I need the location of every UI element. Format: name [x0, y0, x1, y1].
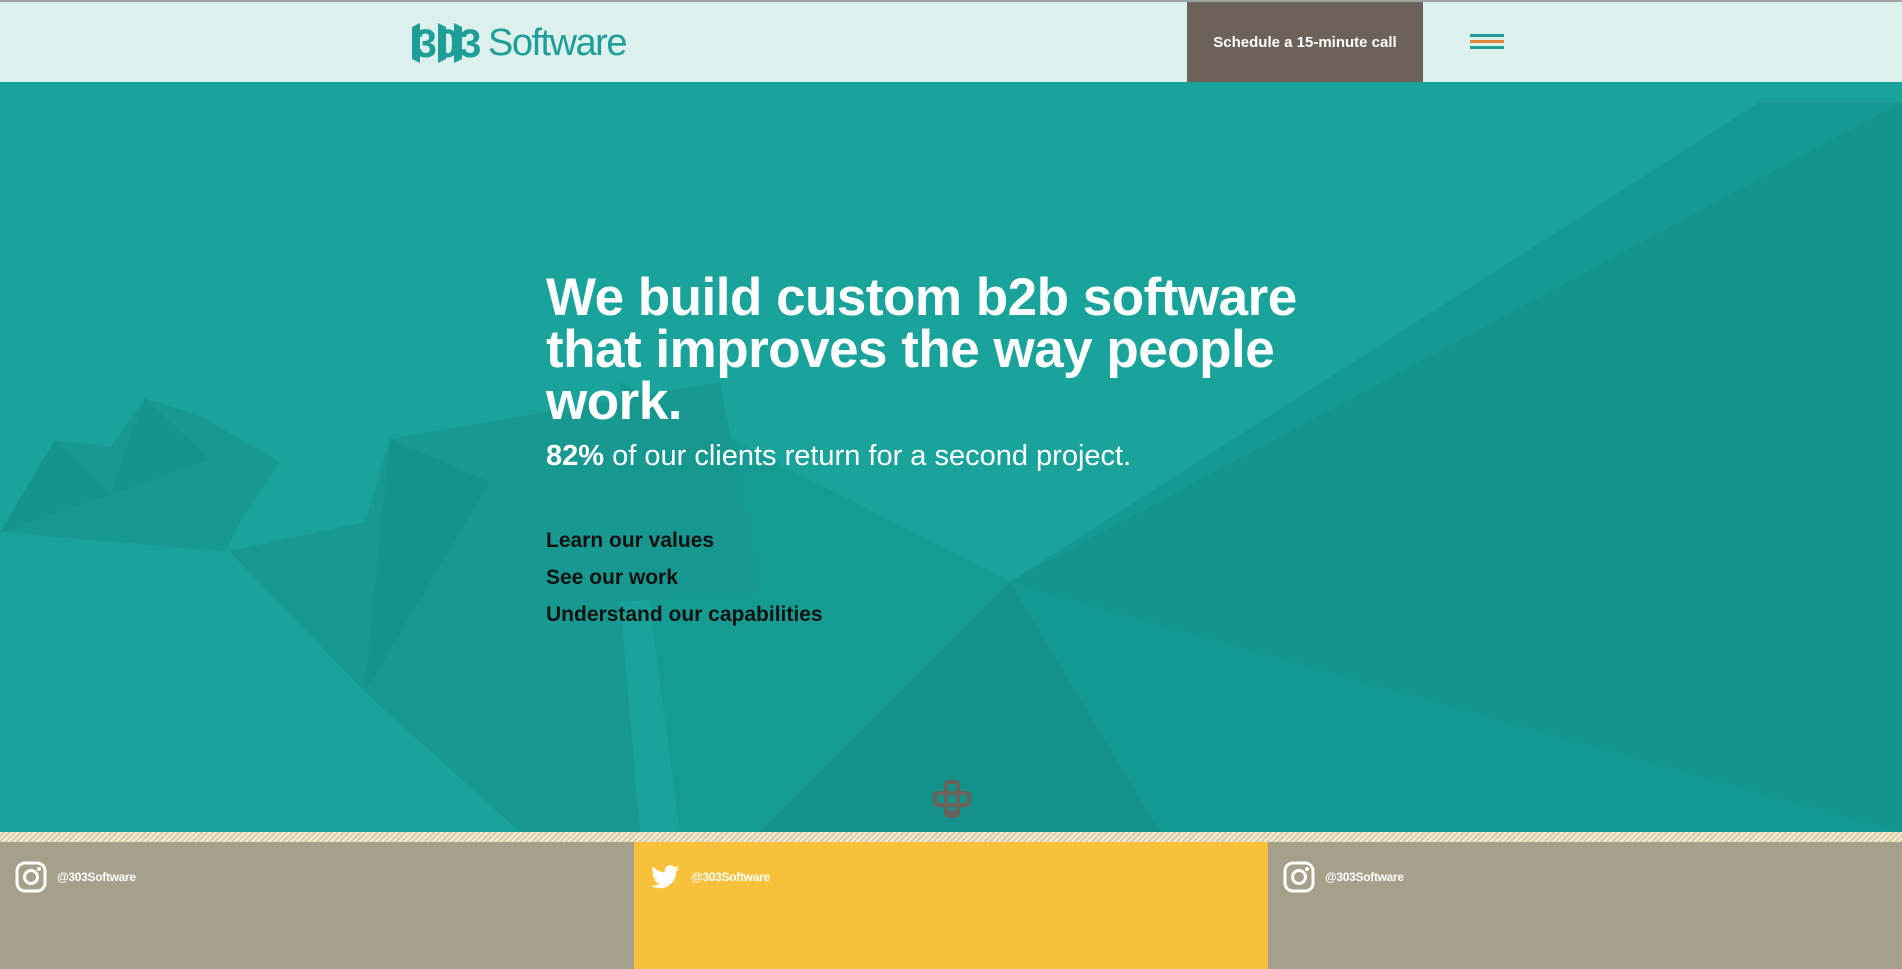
twitter-icon: [651, 865, 679, 889]
instagram-feed-panel[interactable]: @303Software: [0, 842, 634, 969]
instagram-icon: [15, 861, 47, 893]
hero-headline: We build custom b2b software that improv…: [546, 268, 1297, 431]
logo-numbers: 303: [415, 22, 482, 66]
stat-text: of our clients return for a second proje…: [604, 440, 1132, 472]
menu-line: [1470, 40, 1504, 43]
social-handle: @303Software: [691, 870, 770, 884]
instagram-icon: [1283, 861, 1315, 893]
menu-line: [1470, 34, 1504, 37]
stat-value: 82%: [546, 440, 605, 472]
twitter-feed-panel[interactable]: @303Software: [634, 842, 1268, 969]
schedule-call-button[interactable]: Schedule a 15-minute call: [1187, 2, 1423, 82]
logo[interactable]: 303 Software: [410, 18, 627, 68]
social-footer: @303Software @303Software @303Software: [0, 842, 1902, 969]
hero-stat: 82% of our clients return for a second p…: [546, 438, 1346, 474]
see-work-link[interactable]: See our work: [546, 559, 1346, 596]
footer-stripe-divider: [0, 832, 1902, 842]
hamburger-menu-icon[interactable]: [1470, 32, 1504, 54]
logo-mark-icon: 303: [412, 22, 482, 66]
hero-content: We build custom b2b software that improv…: [546, 268, 1346, 633]
site-header: 303 Software Schedule a 15-minute call: [0, 2, 1902, 82]
social-handle: @303Software: [1325, 870, 1404, 884]
instagram-feed-panel[interactable]: @303Software: [1268, 842, 1902, 969]
menu-line: [1470, 46, 1504, 49]
capabilities-link[interactable]: Understand our capabilities: [546, 596, 1346, 633]
scroll-down-icon[interactable]: [929, 776, 975, 822]
logo-text: Software: [488, 22, 627, 64]
hero-links: Learn our values See our work Understand…: [546, 522, 1346, 633]
social-handle: @303Software: [57, 870, 136, 884]
learn-values-link[interactable]: Learn our values: [546, 522, 1346, 559]
hero-section: We build custom b2b software that improv…: [0, 82, 1902, 832]
